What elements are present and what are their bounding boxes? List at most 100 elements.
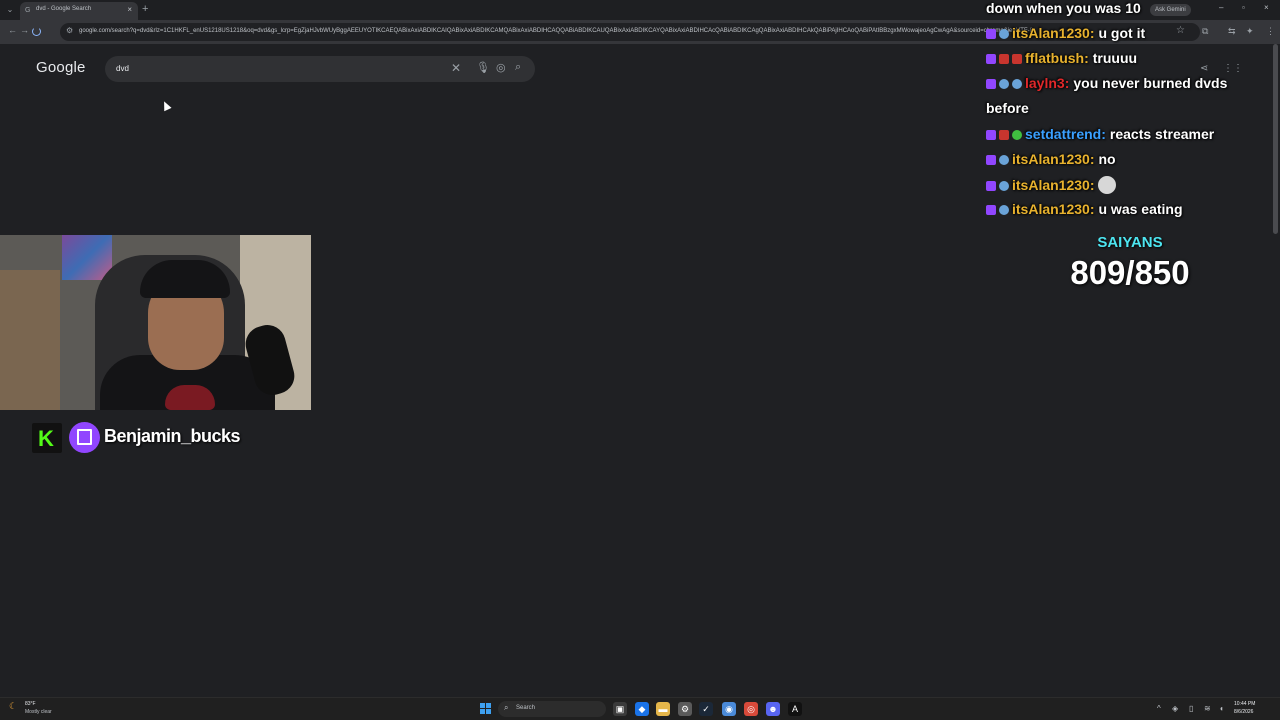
weather-description[interactable]: Mostly clear [25, 709, 52, 715]
search-input-value[interactable]: dvd [116, 64, 129, 73]
sub-goal-count: 809/850 [1070, 254, 1190, 291]
taskbar-search-icon: ⌕ [504, 703, 509, 712]
forward-icon[interactable]: → [20, 25, 29, 35]
sub-badge-icon [999, 205, 1009, 215]
site-info-icon[interactable]: ⚙ [66, 26, 73, 35]
bits-badge-icon [999, 130, 1009, 140]
volume-icon[interactable]: ◖ [1219, 704, 1224, 713]
chat-line: before [986, 100, 1029, 116]
chat-message: before [986, 100, 1029, 116]
clear-search-icon[interactable]: ✕ [451, 61, 461, 75]
chat-username: itsAlan1230: [1012, 151, 1095, 167]
chat-message: u was eating [1098, 201, 1183, 217]
tab-close-icon[interactable]: × [127, 5, 132, 14]
face-emote-icon [1098, 176, 1117, 194]
back-icon[interactable]: ← [8, 25, 17, 35]
chat-line: itsAlan1230: u was eating [986, 201, 1183, 217]
bookmark-star-icon[interactable]: ☆ [1176, 25, 1185, 36]
tray-app-icon[interactable]: ◈ [1172, 704, 1178, 713]
text-editor-icon[interactable]: A [788, 702, 802, 716]
twitch-badge-icon [986, 181, 996, 191]
chat-line: itsAlan1230: no [986, 151, 1116, 167]
streamer-name: Benjamin_bucks [104, 426, 241, 446]
chat-username: setdattrend: [1025, 126, 1106, 142]
chat-message: down when you was 10 [986, 0, 1141, 16]
apps-grid-icon[interactable]: ⋮⋮ [1223, 63, 1243, 74]
webcam-overlay [0, 235, 311, 410]
window-close-icon[interactable]: × [1264, 3, 1269, 12]
extensions-icon[interactable]: ⧉ [1202, 26, 1208, 37]
restore-icon[interactable]: ▫ [1242, 3, 1245, 12]
chat-line: itsAlan1230: [986, 176, 1117, 194]
windows-start-icon[interactable] [480, 703, 491, 714]
sub-badge-icon [999, 79, 1009, 89]
chat-username: itsAlan1230: [1012, 177, 1095, 193]
mouse-cursor-icon [160, 99, 172, 112]
sub-badge-icon [999, 29, 1009, 39]
microphone-icon[interactable]: 🎙 [476, 61, 490, 74]
kick-letter: K [38, 426, 54, 451]
chat-message: reacts streamer [1109, 126, 1215, 142]
chat-message: truuuu [1092, 50, 1138, 66]
chat-line: itsAlan1230: u got it [986, 25, 1145, 41]
bits-badge-icon [999, 54, 1009, 64]
page-scrollbar[interactable] [1273, 44, 1278, 234]
twitch-badge-icon [986, 205, 996, 215]
lens-icon[interactable]: ◎ [496, 61, 506, 74]
twitch-badge-icon [986, 79, 996, 89]
gift-badge-icon [1012, 54, 1022, 64]
gemini-icon[interactable]: ✦ [1246, 26, 1254, 37]
chat-line: layln3: you never burned dvds [986, 75, 1227, 91]
wifi-icon[interactable]: ≋ [1204, 704, 1211, 713]
share-icon[interactable]: ⋖ [1200, 63, 1208, 74]
chat-line: fflatbush: truuuu [986, 50, 1137, 66]
file-explorer-icon[interactable]: ▬ [656, 702, 670, 716]
obs-icon[interactable]: ◎ [744, 702, 758, 716]
url-text[interactable]: google.com/search?q=dvd&rlz=1C1HKFL_enUS… [79, 28, 1033, 34]
chat-username: itsAlan1230: [1012, 201, 1095, 217]
weather-icon[interactable]: ☾ [9, 701, 17, 712]
loading-spinner-icon[interactable] [32, 27, 41, 36]
browser-tab-active[interactable]: G dvd - Google Search × [20, 2, 138, 20]
steam-icon[interactable]: ✓ [699, 702, 713, 716]
menu-icon[interactable]: ⋮ [1266, 26, 1275, 37]
profile-icon[interactable]: ⇆ [1228, 26, 1236, 37]
twitch-badge-icon [986, 130, 996, 140]
ask-gemini-button[interactable]: Ask Gemini [1150, 4, 1191, 16]
chat-username: fflatbush: [1025, 50, 1089, 66]
minimize-icon[interactable]: – [1219, 3, 1223, 12]
twitch-badge-icon [986, 29, 996, 39]
weather-temperature[interactable]: 83°F [25, 701, 36, 707]
clock-time[interactable]: 10:44 PM [1234, 701, 1255, 707]
twitch-logo-icon [69, 422, 100, 453]
copilot-icon[interactable]: ◆ [635, 702, 649, 716]
tray-chevron-icon[interactable]: ^ [1157, 704, 1161, 713]
google-favicon-icon: G [25, 7, 31, 14]
search-icon[interactable]: ⌕ [515, 61, 521, 74]
discord-icon[interactable]: ☻ [766, 702, 780, 716]
tab-search-icon[interactable]: ⌄ [4, 4, 16, 16]
chat-message: no [1098, 151, 1116, 167]
task-view-icon[interactable]: ▣ [613, 702, 627, 716]
settings-gear-icon[interactable]: ⚙ [678, 702, 692, 716]
taskbar-search-label: Search [516, 705, 536, 711]
new-tab-button[interactable]: + [142, 3, 148, 15]
chat-line: setdattrend: reacts streamer [986, 126, 1214, 142]
tray-device-icon[interactable]: ▯ [1189, 704, 1193, 713]
chat-message: u got it [1098, 25, 1146, 41]
chrome-icon[interactable]: ◉ [722, 702, 736, 716]
chat-username: layln3: [1025, 75, 1070, 91]
chat-line: down when you was 10 [986, 0, 1141, 16]
chat-username: itsAlan1230: [1012, 25, 1095, 41]
sub-badge-icon [999, 181, 1009, 191]
sub-goal-title: SAIYANS [1097, 234, 1163, 251]
clock-date[interactable]: 8/6/2026 [1234, 709, 1253, 715]
windows-taskbar: ☾ 83°F Mostly clear ⌕ Search ▣ ◆ ▬ ⚙ ✓ ◉… [0, 697, 1280, 720]
kick-logo-icon: K [32, 423, 62, 453]
twitch-badge-icon [986, 54, 996, 64]
sub-badge-icon [999, 155, 1009, 165]
search-input[interactable]: dvd ✕ 🎙 ◎ ⌕ [105, 56, 535, 82]
taskbar-search-box[interactable]: ⌕ Search [498, 701, 606, 717]
google-logo[interactable]: Google [36, 59, 86, 76]
tab-title: dvd - Google Search [36, 6, 92, 12]
